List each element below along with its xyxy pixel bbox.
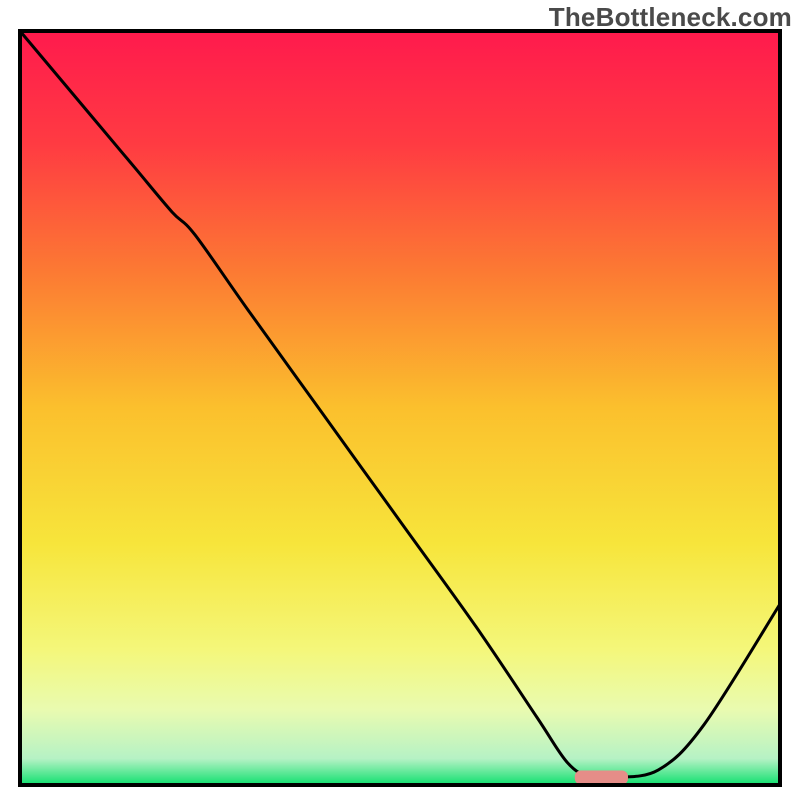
chart-svg xyxy=(0,0,800,800)
plot-area xyxy=(20,31,780,785)
chart-root: TheBottleneck.com xyxy=(0,0,800,800)
watermark-label: TheBottleneck.com xyxy=(549,2,792,33)
optimal-range-marker xyxy=(575,770,628,784)
gradient-background xyxy=(20,31,780,785)
